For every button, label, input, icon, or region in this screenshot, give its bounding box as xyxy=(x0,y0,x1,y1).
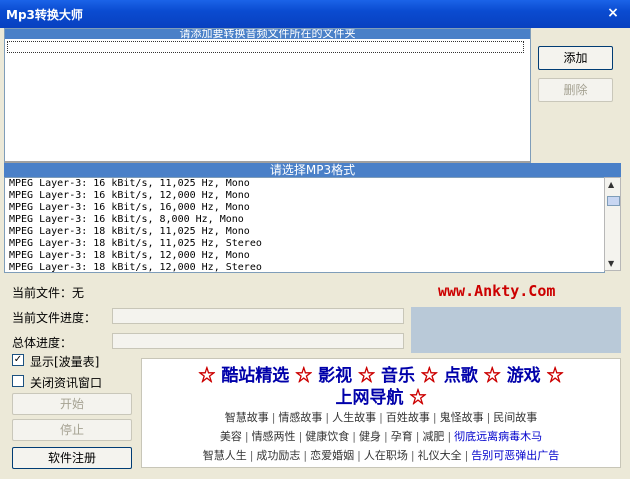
separator: | xyxy=(410,449,415,462)
separator: | xyxy=(244,430,249,443)
ad-link-row-2: 美容 | 情感两性 | 健康饮食 | 健身 | 孕育 | 减肥 | 彻底远离病毒木马 xyxy=(142,428,620,444)
separator: | xyxy=(447,430,452,443)
separator: | xyxy=(486,411,491,424)
format-list-item[interactable]: MPEG Layer-3: 18 kBit/s, 11,025 Hz, Mono xyxy=(5,226,604,238)
ad-link[interactable]: 减肥 xyxy=(422,430,444,443)
separator: | xyxy=(271,411,276,424)
current-file-label: 当前文件：无 xyxy=(12,286,85,300)
ad-link[interactable]: 智慧故事 xyxy=(225,411,269,424)
website-link[interactable]: www.Ankty.Com xyxy=(438,282,555,300)
ad-link[interactable]: 百姓故事 xyxy=(386,411,430,424)
stop-button[interactable]: 停止 xyxy=(12,419,132,441)
format-list-item[interactable]: MPEG Layer-3: 16 kBit/s, 12,000 Hz, Mono xyxy=(5,190,604,202)
scroll-up-icon[interactable]: ▲ xyxy=(608,180,614,189)
ad-link[interactable]: 成功励志 xyxy=(256,449,300,462)
separator: | xyxy=(303,449,308,462)
ad-link[interactable]: 人生故事 xyxy=(332,411,376,424)
ad-link[interactable]: 健康饮食 xyxy=(305,430,349,443)
ad-link[interactable]: 人在职场 xyxy=(364,449,408,462)
start-button[interactable]: 开始 xyxy=(12,393,132,415)
ad-link-row-1: 智慧故事 | 情感故事 | 人生故事 | 百姓故事 | 鬼怪故事 | 民间故事 xyxy=(142,409,620,425)
add-button[interactable]: 添加 xyxy=(538,46,613,70)
total-progress-label: 总体进度： xyxy=(12,336,73,350)
ad-panel: ☆ 酷站精选 ☆ 影视 ☆ 音乐 ☆ 点歌 ☆ 游戏 ☆ 上网导航 ☆ 智慧故事… xyxy=(141,358,621,468)
close-icon[interactable]: × xyxy=(604,4,622,22)
separator: | xyxy=(352,430,356,443)
register-button[interactable]: 软件注册 xyxy=(12,447,132,469)
file-progress-label: 当前文件进度： xyxy=(12,311,97,325)
ad-highlight-link[interactable]: 告别可恶弹出广告 xyxy=(471,449,559,462)
ad-link[interactable]: 情感故事 xyxy=(278,411,322,424)
ad-link-row-3: 智慧人生 | 成功励志 | 恋爱婚姻 | 人在职场 | 礼仪大全 | 告别可恶弹出广告 xyxy=(142,447,620,463)
scroll-down-icon[interactable]: ▼ xyxy=(608,259,614,268)
ad-link[interactable]: 健身 xyxy=(359,430,381,443)
file-list-header: 请添加要转换音频文件所在的文件夹 xyxy=(5,29,530,39)
format-list-item[interactable]: MPEG Layer-3: 18 kBit/s, 12,000 Hz, Mono xyxy=(5,250,604,262)
ad-link[interactable]: 情感两性 xyxy=(252,430,296,443)
close-news-checkbox[interactable] xyxy=(12,375,24,387)
format-list[interactable]: MPEG Layer-3: 16 kBit/s, 11,025 Hz, Mono… xyxy=(4,177,605,273)
main-window: Mp3转换大师 × 请添加要转换音频文件所在的文件夹 添加 删除 请选择MP3格… xyxy=(0,0,630,479)
ad-link[interactable]: 礼仪大全 xyxy=(418,449,462,462)
star-icon: ☆ xyxy=(403,388,427,408)
separator: | xyxy=(325,411,330,424)
separator: | xyxy=(298,430,303,443)
format-list-item[interactable]: MPEG Layer-3: 18 kBit/s, 11,025 Hz, Ster… xyxy=(5,238,604,250)
delete-button[interactable]: 删除 xyxy=(538,78,613,102)
format-header: 请选择MP3格式 xyxy=(4,163,621,177)
file-list-panel[interactable]: 请添加要转换音频文件所在的文件夹 xyxy=(4,28,531,164)
scroll-thumb[interactable] xyxy=(607,196,620,206)
title-bar: Mp3转换大师 × xyxy=(0,0,630,28)
file-list-focus-row[interactable] xyxy=(7,41,524,53)
format-list-item[interactable]: MPEG Layer-3: 18 kBit/s, 12,000 Hz, Ster… xyxy=(5,262,604,272)
format-list-item[interactable]: MPEG Layer-3: 16 kBit/s, 8,000 Hz, Mono xyxy=(5,214,604,226)
show-wave-label: 显示[波量表] xyxy=(30,355,100,369)
separator: | xyxy=(249,449,254,462)
format-list-item[interactable]: MPEG Layer-3: 16 kBit/s, 16,000 Hz, Mono xyxy=(5,202,604,214)
file-progress-bar xyxy=(112,308,404,324)
ad-highlight-link[interactable]: 彻底远离病毒木马 xyxy=(454,430,542,443)
separator: | xyxy=(415,430,420,443)
ad-link[interactable]: 恋爱婚姻 xyxy=(310,449,354,462)
wave-display xyxy=(411,307,621,353)
ad-link[interactable]: 智慧人生 xyxy=(203,449,247,462)
separator: | xyxy=(464,449,469,462)
ad-nav-row-2: 上网导航 ☆ xyxy=(142,383,620,408)
show-wave-checkbox[interactable]: ✓ xyxy=(12,354,24,366)
ad-nav-link[interactable]: 上网导航 xyxy=(336,388,404,408)
separator: | xyxy=(384,430,388,443)
total-progress-bar xyxy=(112,333,404,349)
close-news-label: 关闭资讯窗口 xyxy=(30,376,103,390)
ad-link[interactable]: 美容 xyxy=(220,430,242,443)
ad-link[interactable]: 鬼怪故事 xyxy=(440,411,484,424)
separator: | xyxy=(379,411,383,424)
ad-link[interactable]: 孕育 xyxy=(391,430,413,443)
format-list-item[interactable]: MPEG Layer-3: 16 kBit/s, 11,025 Hz, Mono xyxy=(5,178,604,190)
window-title: Mp3转换大师 xyxy=(6,8,83,22)
format-list-scrollbar[interactable]: ▲ ▼ xyxy=(604,177,621,271)
separator: | xyxy=(432,411,437,424)
separator: | xyxy=(357,449,361,462)
ad-link[interactable]: 民间故事 xyxy=(493,411,537,424)
